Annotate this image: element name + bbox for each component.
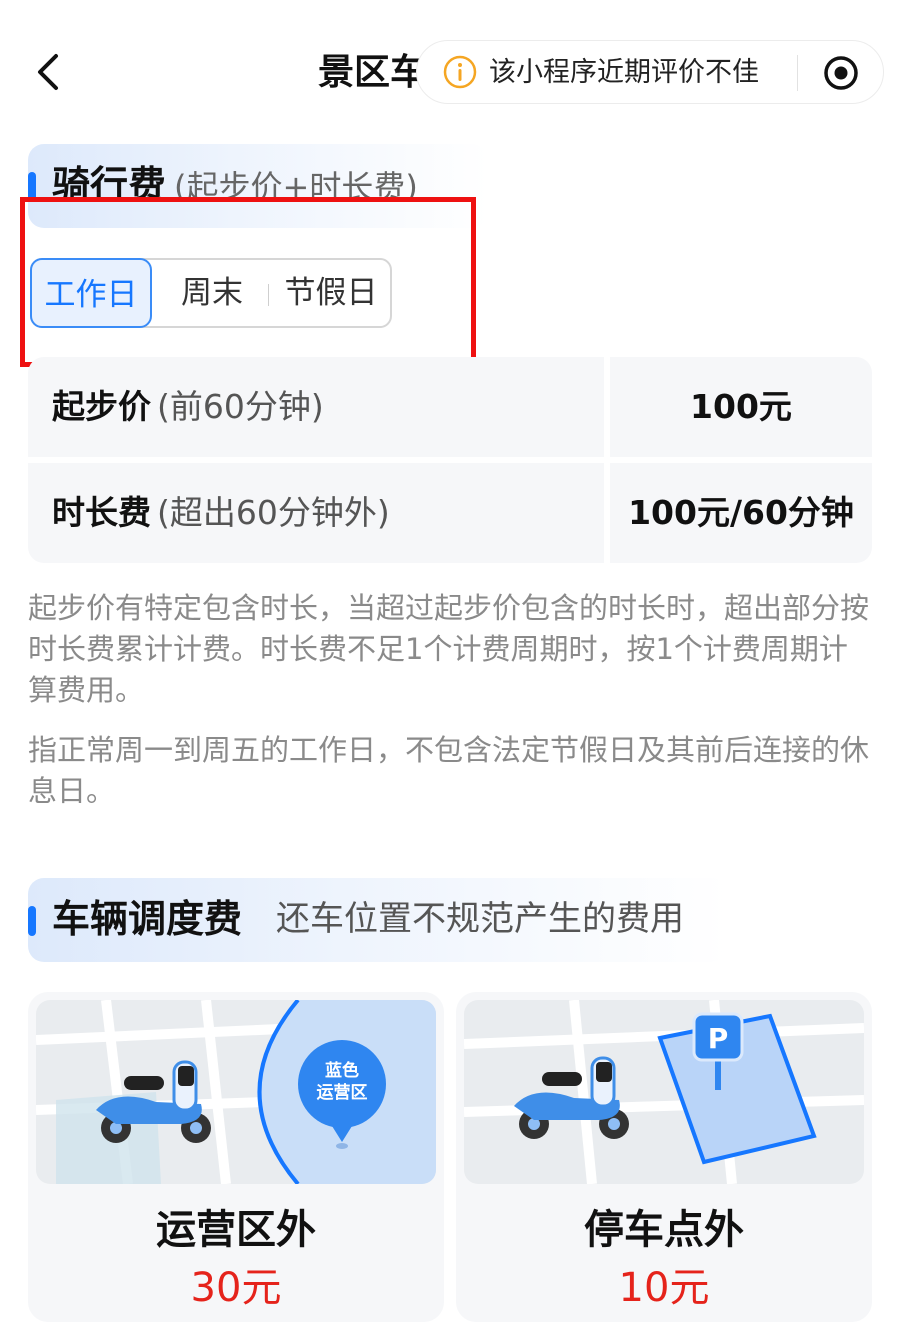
card-outside-operation-area[interactable]: 蓝色 运营区 运营区外 30元	[28, 992, 444, 1322]
row-label-cell: 时长费 (超出60分钟外)	[28, 463, 604, 563]
row-label: 时长费	[52, 493, 151, 532]
section-accent-bar	[28, 172, 36, 202]
row-value: 100元/60分钟	[610, 463, 872, 563]
riding-fee-subtitle: (起步价+时长费)	[174, 168, 418, 206]
tab-divider	[268, 284, 269, 306]
badge-line-1: 蓝色	[325, 1060, 359, 1081]
row-label-note: (超出60分钟外)	[157, 493, 390, 532]
tab-holiday[interactable]: 节假日	[272, 258, 390, 328]
back-button[interactable]	[30, 50, 70, 94]
table-row: 起步价 (前60分钟) 100元	[28, 357, 872, 457]
page-title: 景区车	[318, 52, 427, 93]
map-illustration: P	[464, 1000, 864, 1184]
card-title: 运营区外	[156, 1207, 316, 1253]
row-label: 起步价	[52, 387, 151, 426]
card-title: 停车点外	[584, 1207, 744, 1253]
info-warning-icon	[443, 55, 477, 89]
mini-program-capsule[interactable]: 该小程序近期评价不佳	[416, 40, 884, 104]
map-illustration: 蓝色 运营区	[36, 1000, 436, 1184]
riding-fee-title: 骑行费	[52, 163, 167, 207]
dispatch-fee-header: 车辆调度费 还车位置不规范产生的费用	[28, 878, 728, 962]
card-outside-parking-spot[interactable]: P 停车点外 10元	[456, 992, 872, 1322]
badge-line-2: 运营区	[317, 1082, 368, 1103]
day-type-tabs: 工作日 周末 节假日	[30, 258, 392, 328]
dispatch-fee-subtitle: 还车位置不规范产生的费用	[276, 899, 684, 939]
riding-fee-header: 骑行费 (起步价+时长费)	[28, 144, 488, 228]
capsule-divider	[797, 55, 798, 91]
billing-note: 起步价有特定包含时长，当超过起步价包含的时长时，超出部分按时长费累计计费。时长费…	[28, 591, 870, 707]
workday-note: 指正常周一到周五的工作日，不包含法定节假日及其前后连接的休息日。	[28, 733, 870, 808]
dispatch-fee-title: 车辆调度费	[52, 897, 243, 941]
row-label-note: (前60分钟)	[157, 387, 324, 426]
table-row: 时长费 (超出60分钟外) 100元/60分钟	[28, 463, 872, 563]
row-label-cell: 起步价 (前60分钟)	[28, 357, 604, 457]
tab-workday[interactable]: 工作日	[30, 258, 152, 328]
section-title: 骑行费 (起步价+时长费)	[52, 160, 418, 212]
tab-weekend[interactable]: 周末	[162, 258, 262, 328]
rating-warning-text[interactable]: 该小程序近期评价不佳	[489, 41, 759, 105]
row-value: 100元	[610, 357, 872, 457]
card-price: 30元	[190, 1265, 282, 1311]
parking-sign-letter: P	[708, 1022, 729, 1055]
card-price: 10元	[618, 1265, 710, 1311]
close-record-icon[interactable]	[823, 55, 859, 91]
section-accent-bar	[28, 906, 36, 936]
chevron-left-icon	[38, 54, 58, 90]
